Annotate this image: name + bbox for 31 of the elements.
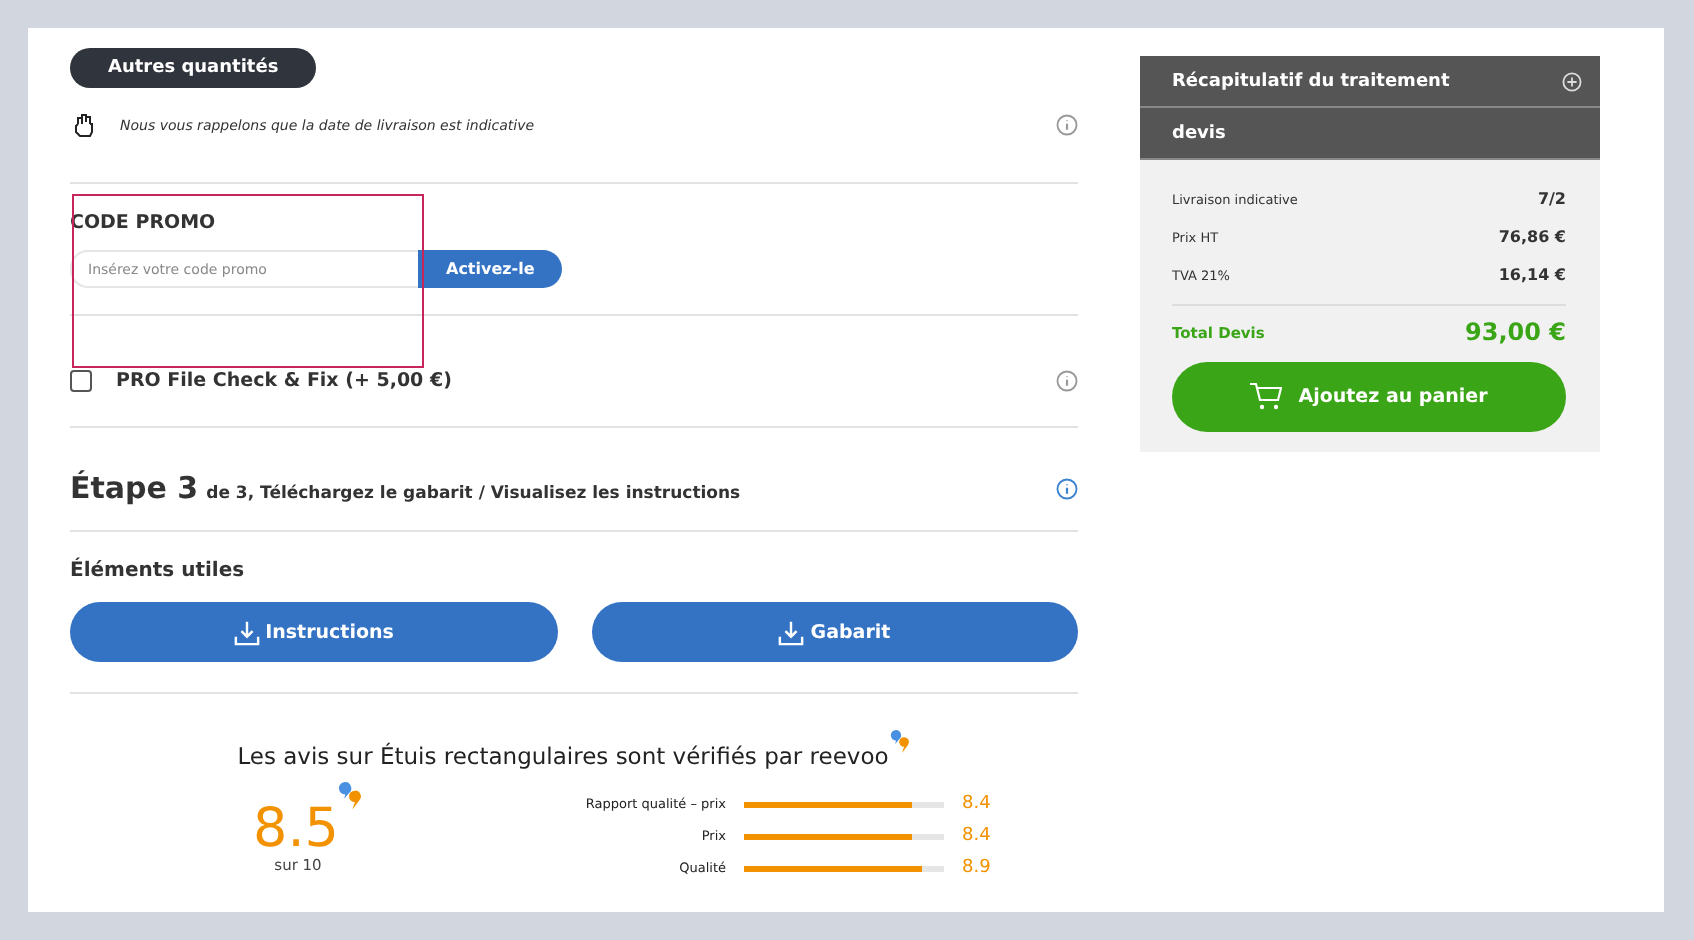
activate-button[interactable]: Activez-le	[418, 250, 563, 288]
download-icon	[778, 619, 805, 645]
download-icon	[233, 619, 260, 645]
expand-icon[interactable]	[1562, 71, 1582, 91]
step-subtitle: de 3, Téléchargez le gabarit / Visualisez les instructions	[206, 484, 741, 504]
summary-value: 7/2	[1537, 190, 1566, 208]
info-icon[interactable]	[1056, 477, 1078, 499]
download-button[interactable]: Instructions	[70, 602, 557, 662]
info-icon[interactable]	[1056, 114, 1078, 136]
criterion-score: 8.4	[962, 826, 991, 846]
quantities-button[interactable]: Autres quantités	[70, 48, 317, 88]
summary-title: Récapitulatif du traitement	[1172, 71, 1452, 91]
option-label: PRO File Check & Fix (+ 5,00 €)	[116, 370, 454, 392]
summary-subtitle: devis	[1172, 123, 1228, 143]
hand-icon	[74, 112, 96, 138]
total-value: 93,00 €	[1465, 318, 1566, 346]
summary-value: 76,86 €	[1498, 228, 1566, 246]
checkbox[interactable]	[70, 370, 92, 392]
reevoo-logo-icon	[338, 782, 363, 811]
download-button[interactable]: Gabarit	[591, 602, 1078, 662]
reviews-title: Les avis sur Étuis rectangulaires sont vérifiés par reevoo	[237, 742, 889, 770]
info-icon[interactable]	[1056, 370, 1078, 392]
section-title: Éléments utiles	[70, 555, 247, 586]
reevoo-logo-icon	[890, 730, 911, 754]
step-number: Étape 3	[70, 470, 199, 506]
criterion-score: 8.4	[962, 794, 991, 814]
add-to-cart-button[interactable]: Ajoutez au panier	[1172, 362, 1566, 432]
cart-icon	[1250, 382, 1283, 412]
overall-score: 8.5	[253, 802, 339, 856]
summary-value: 16,14 €	[1498, 266, 1566, 284]
criterion-score: 8.9	[962, 858, 991, 878]
